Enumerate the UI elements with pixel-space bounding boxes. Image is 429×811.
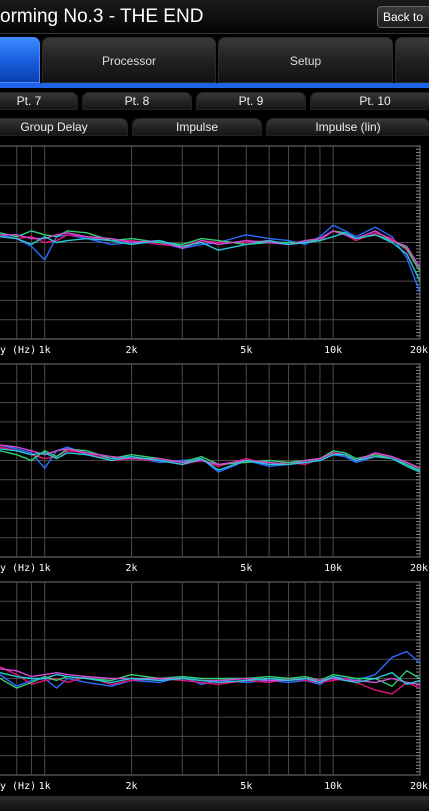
tab-point-10[interactable]: Pt. 10 — [310, 92, 429, 110]
x-tick-label: 20k — [410, 345, 428, 356]
x-tick-label: 1k — [39, 781, 51, 792]
x-axis-label: y (Hz) — [0, 345, 36, 356]
x-tick-label: 5k — [240, 345, 252, 356]
tab-underline — [0, 83, 429, 88]
x-tick-label: 5k — [240, 781, 252, 792]
title-bar: orming No.3 - THE END Back to — [0, 0, 429, 34]
x-tick-label: 2k — [126, 781, 138, 792]
tab-point-9[interactable]: Pt. 9 — [196, 92, 306, 110]
response-chart-2: 1k 2k 5k 10k 20k y (Hz) — [0, 358, 429, 576]
x-tick-label: 10k — [324, 563, 342, 574]
tab-impulse-lin[interactable]: Impulse (lin) — [266, 118, 429, 136]
x-tick-label: 20k — [410, 563, 428, 574]
x-tick-label: 20k — [410, 781, 428, 792]
chart-svg: 1k 2k 5k 10k 20k y (Hz) — [0, 145, 428, 356]
chart-svg: 1k 2k 5k 10k 20k y (Hz) — [0, 581, 428, 792]
x-tick-label: 10k — [324, 345, 342, 356]
tab-more[interactable] — [395, 37, 429, 83]
response-chart-3: 1k 2k 5k 10k 20k y (Hz) — [0, 576, 429, 794]
back-button[interactable]: Back to — [377, 6, 429, 28]
tab-setup[interactable]: Setup — [218, 37, 393, 83]
tab-impulse[interactable]: Impulse — [132, 118, 262, 136]
x-tick-label: 1k — [39, 563, 51, 574]
tab-group-delay[interactable]: Group Delay — [0, 118, 128, 136]
x-tick-label: 10k — [324, 781, 342, 792]
tab-main[interactable] — [0, 37, 40, 83]
response-chart-1: 1k 2k 5k 10k 20k y (Hz) — [0, 140, 429, 358]
x-tick-label: 2k — [126, 563, 138, 574]
series-line-1 — [0, 224, 421, 293]
window-title: orming No.3 - THE END — [0, 6, 204, 27]
x-tick-label: 1k — [39, 345, 51, 356]
x-tick-label: 2k — [126, 345, 138, 356]
tab-processor[interactable]: Processor — [42, 37, 216, 83]
x-axis-label: y (Hz) — [0, 563, 36, 574]
bottom-bar — [0, 796, 429, 811]
chart-svg: 1k 2k 5k 10k 20k y (Hz) — [0, 363, 428, 574]
tab-point-7[interactable]: Pt. 7 — [0, 92, 78, 110]
x-tick-label: 5k — [240, 563, 252, 574]
tab-point-8[interactable]: Pt. 8 — [82, 92, 192, 110]
x-axis-label: y (Hz) — [0, 781, 36, 792]
